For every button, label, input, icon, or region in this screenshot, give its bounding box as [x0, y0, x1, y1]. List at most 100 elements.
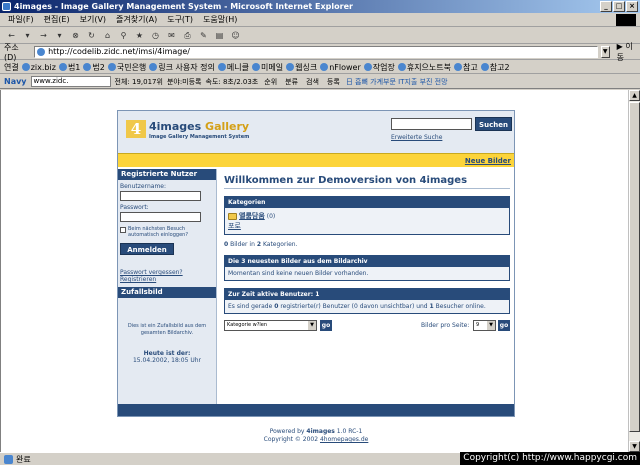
image-count-info: 0 Bilder in 2 Kategorien.	[224, 241, 298, 248]
per-page-label: Bilder pro Seite:	[421, 322, 470, 329]
maximize-button[interactable]: □	[613, 1, 625, 12]
link-icon	[397, 63, 406, 71]
scroll-up-icon[interactable]: ▲	[629, 90, 640, 101]
search-icon[interactable]: ⚲	[118, 30, 129, 41]
category-button[interactable]: 분류	[283, 77, 300, 87]
home-icon[interactable]: ⌂	[102, 30, 113, 41]
new-images-link[interactable]: Neue Bilder	[465, 157, 511, 165]
link-item[interactable]: 법2	[83, 62, 105, 73]
page-viewport: 4 4images Gallery Image Gallery Manageme…	[0, 90, 628, 452]
link-item[interactable]: 국민은행	[107, 62, 146, 73]
scroll-down-icon[interactable]: ▼	[629, 441, 640, 452]
link-icon	[252, 63, 260, 71]
link-item[interactable]: 링크 사용자 정의	[149, 62, 215, 73]
window-titlebar: 4images - Image Gallery Management Syste…	[0, 0, 640, 13]
rank-category: 분야:미등록	[166, 77, 202, 86]
register-link[interactable]: Registrieren	[118, 276, 216, 283]
menu-view[interactable]: 보기(V)	[80, 14, 106, 25]
date-label: Heute ist der:	[143, 350, 191, 357]
forgot-password-link[interactable]: Passwort vergessen?	[118, 269, 216, 276]
category-go-button[interactable]: go	[320, 320, 332, 331]
login-button[interactable]: Anmelden	[120, 243, 174, 255]
menu-favorites[interactable]: 즐겨찾기(A)	[116, 14, 157, 25]
per-page-select[interactable]: 9 ▼	[473, 320, 496, 331]
ie-icon	[2, 2, 11, 11]
search-button[interactable]: Suchen	[475, 117, 512, 131]
category-select[interactable]: Kategorie w?len ▼	[224, 320, 317, 331]
speed-text: 속도: 8초/2.03초	[205, 77, 259, 86]
naver-search-input[interactable]: www.zidc.	[30, 76, 111, 87]
forward-icon[interactable]: →	[38, 30, 49, 41]
link-item[interactable]: 메니클	[217, 62, 249, 73]
category-link[interactable]: 앨룸담움	[239, 211, 265, 221]
news-ticker[interactable]: 日 흡뼈 가계부문 IT지출 부진 전망	[346, 77, 448, 87]
naver-logo[interactable]: Navy	[4, 77, 27, 86]
link-item[interactable]: 참고2	[480, 62, 510, 73]
favorites-icon[interactable]: ★	[134, 30, 145, 41]
go-button[interactable]: ▶ 이동	[613, 41, 640, 63]
dropdown-icon[interactable]: ▾	[54, 30, 65, 41]
per-page-go-button[interactable]: go	[498, 320, 510, 331]
password-input[interactable]	[120, 212, 201, 222]
newest-body: Momentan sind keine neuen Bilder vorhand…	[225, 267, 509, 280]
done-icon	[4, 454, 13, 464]
link-item[interactable]: 참고	[454, 62, 478, 73]
date-value: 15.04.2002, 18:05 Uhr	[132, 357, 202, 364]
address-input[interactable]: http://codelib.zidc.net/imsi/4image/	[34, 46, 598, 58]
register-button[interactable]: 등록	[325, 77, 342, 87]
stop-icon[interactable]: ⊗	[70, 30, 81, 41]
menu-tools[interactable]: 도구(T)	[167, 14, 193, 25]
naver-toolbar: Navy www.zidc. 전체: 19,017위 분야:미등록 속도: 8초…	[0, 75, 640, 89]
random-heading: Zufallsbild	[118, 287, 216, 298]
homepage-link[interactable]: 4homepages.de	[320, 436, 368, 443]
powered-by: Powered by 4images 1.0 RC-1 Copyright © …	[263, 428, 369, 443]
newest-heading: Die 3 neuesten Bilder aus dem Bildarchiv	[225, 256, 509, 267]
minimize-button[interactable]: _	[600, 1, 612, 12]
scroll-thumb[interactable]	[629, 102, 640, 432]
search-button[interactable]: 검색	[304, 77, 321, 87]
print-icon[interactable]: ⎙	[182, 30, 193, 41]
newest-images-box: Die 3 neuesten Bilder aus dem Bildarchiv…	[224, 255, 510, 281]
discuss-icon[interactable]: ▤	[214, 30, 225, 41]
advanced-search-link[interactable]: Erweiterte Suche	[391, 134, 442, 141]
page-icon	[37, 48, 46, 56]
link-icon	[83, 63, 92, 71]
left-sidebar: Registrierte Nutzer Benutzername: Passwo…	[118, 169, 217, 405]
menu-help[interactable]: 도움말(H)	[203, 14, 237, 25]
username-input[interactable]	[120, 191, 201, 201]
username-label: Benutzername:	[120, 183, 167, 190]
link-item[interactable]: zix.biz	[21, 63, 56, 72]
link-item[interactable]: 휴지으노트북	[397, 62, 451, 73]
address-url: http://codelib.zidc.net/imsi/4image/	[48, 47, 190, 56]
dropdown-icon[interactable]: ▾	[22, 30, 33, 41]
close-button[interactable]: ×	[626, 1, 638, 12]
rank-total: 전체: 19,017위	[114, 77, 163, 86]
categories-box: Kategorien 앨룸담움 (0) 포로	[224, 196, 510, 235]
remember-checkbox[interactable]	[120, 227, 126, 233]
link-item[interactable]: nFlower	[320, 63, 361, 72]
windows-logo-icon	[616, 14, 636, 26]
link-icon	[363, 63, 372, 71]
status-text: 완료	[16, 454, 31, 464]
mail-icon[interactable]: ✉	[166, 30, 177, 41]
link-item[interactable]: 법1	[58, 62, 80, 73]
edit-icon[interactable]: ✎	[198, 30, 209, 41]
category-count: (0)	[266, 212, 276, 220]
link-item[interactable]: 웹싱크	[286, 62, 317, 73]
refresh-icon[interactable]: ↻	[86, 30, 97, 41]
link-item[interactable]: 미메일	[252, 62, 283, 73]
history-icon[interactable]: ◷	[150, 30, 161, 41]
search-input[interactable]	[391, 118, 472, 130]
rank-button[interactable]: 순위	[262, 77, 279, 87]
menu-file[interactable]: 파일(F)	[8, 14, 34, 25]
chevron-down-icon: ▼	[308, 321, 316, 330]
messenger-icon[interactable]: ☺	[230, 30, 241, 41]
link-item[interactable]: 작업장	[363, 62, 395, 73]
address-dropdown-button[interactable]: ▼	[600, 46, 610, 58]
subcategory-link[interactable]: 포로	[228, 221, 506, 231]
active-users-body: Es sind gerade 0 registrierte(r) Benutze…	[225, 300, 509, 313]
vertical-scrollbar[interactable]: ▲ ▼	[628, 90, 640, 452]
categories-heading: Kategorien	[225, 197, 509, 208]
menu-edit[interactable]: 편집(E)	[44, 14, 70, 25]
back-icon[interactable]: ←	[6, 30, 17, 41]
